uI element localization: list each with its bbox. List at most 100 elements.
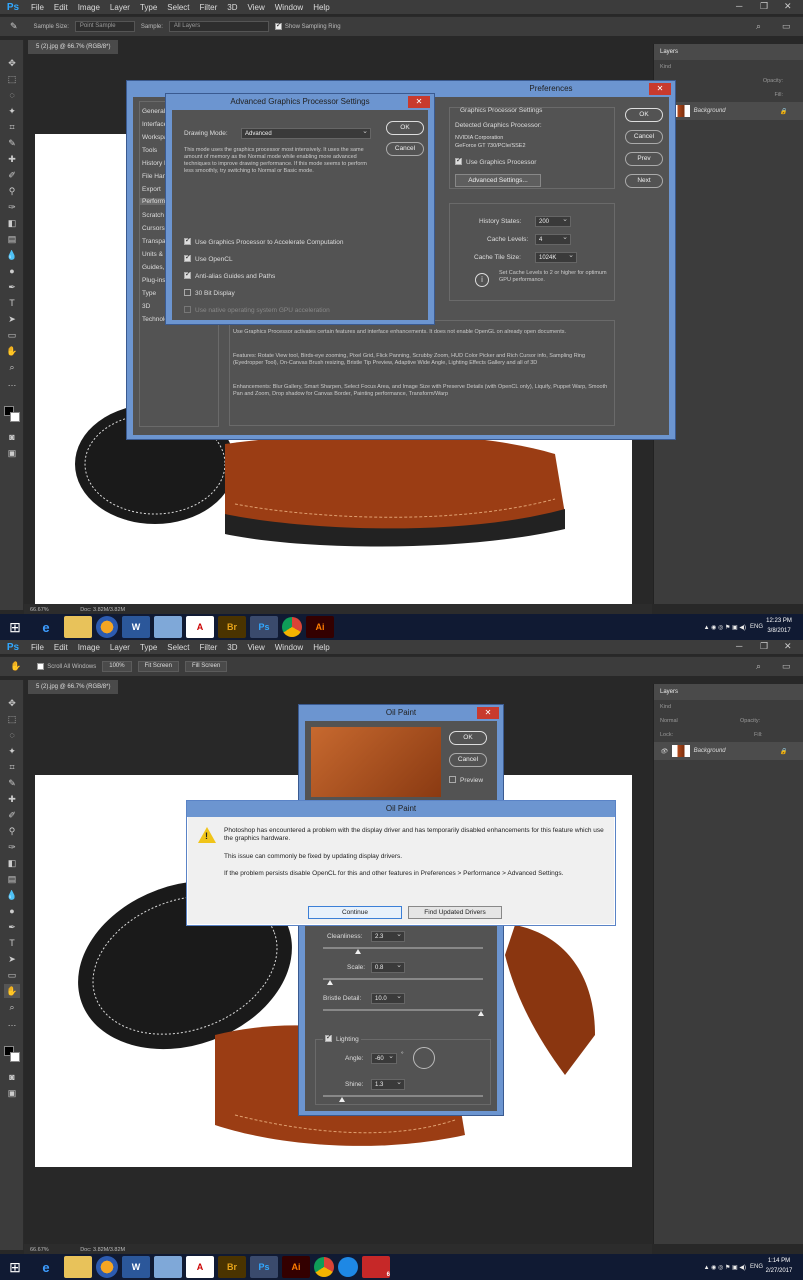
menu-window-2[interactable]: Window (270, 643, 308, 652)
pref-general[interactable]: General (142, 108, 165, 115)
quick-mask-icon[interactable]: ◙ (4, 430, 20, 444)
menu-edit-2[interactable]: Edit (49, 643, 73, 652)
document-tab-2[interactable]: 5 (2).jpg @ 66.7% (RGB/8*) (28, 680, 119, 694)
continue-button[interactable]: Continue (308, 906, 402, 919)
minimize-icon-2[interactable]: ─ (736, 641, 742, 651)
fill-screen-button[interactable]: Fill Screen (184, 661, 228, 672)
ie-icon-2[interactable]: e (32, 1256, 60, 1278)
zoom-tool-icon-2[interactable]: ⌕ (4, 1000, 20, 1014)
angle-dial[interactable] (413, 1047, 435, 1069)
history-states-select[interactable]: 200 (535, 216, 571, 227)
history-brush-icon-2[interactable]: ✑ (4, 840, 20, 854)
advanced-settings-button[interactable]: Advanced Settings... (455, 174, 541, 187)
pref-tools[interactable]: Tools (142, 147, 157, 154)
path-select-icon[interactable]: ➤ (4, 312, 20, 326)
document-tab[interactable]: 5 (2).jpg @ 66.7% (RGB/8*) (28, 40, 119, 54)
pref-plugins[interactable]: Plug-ins (142, 277, 165, 284)
brush-tool-icon[interactable]: ✐ (4, 168, 20, 182)
gradient-tool-icon[interactable]: ▤ (4, 232, 20, 246)
pref-export[interactable]: Export (142, 186, 161, 193)
menu-help[interactable]: Help (308, 3, 334, 12)
hand-tool-icon-2[interactable]: ✋ (4, 984, 20, 998)
minimize-icon[interactable]: ─ (736, 1, 742, 11)
pref-type[interactable]: Type (142, 290, 156, 297)
app-circle-icon[interactable] (338, 1257, 358, 1277)
stamp-tool-icon-2[interactable]: ⚲ (4, 824, 20, 838)
oil-paint-close-button[interactable]: ✕ (477, 707, 499, 719)
more-tools-icon[interactable]: … (4, 376, 20, 390)
word-icon[interactable]: W (122, 616, 150, 638)
accelerate-computation-checkbox[interactable]: Use Graphics Processor to Accelerate Com… (184, 236, 343, 246)
acrobat-icon[interactable]: A (186, 616, 214, 638)
menu-filter[interactable]: Filter (195, 3, 223, 12)
menu-filter-2[interactable]: Filter (195, 643, 223, 652)
cleanliness-slider[interactable] (323, 947, 483, 949)
screen-mode-icon[interactable]: ▣ (4, 446, 20, 460)
move-tool-icon[interactable]: ✥ (4, 56, 20, 70)
acrobat-icon-2[interactable]: A (186, 1256, 214, 1278)
cleanliness-thumb[interactable] (355, 949, 361, 954)
notification-app-icon[interactable]: 6 (362, 1256, 390, 1278)
zoom-tool-icon[interactable]: ⌕ (4, 360, 20, 374)
menu-edit[interactable]: Edit (49, 3, 73, 12)
drawing-mode-select[interactable]: Advanced (241, 128, 371, 139)
menu-image[interactable]: Image (73, 3, 105, 12)
background-color-swatch[interactable] (10, 412, 20, 422)
layers-tab-2[interactable]: Layers (654, 684, 803, 700)
pref-cancel-button[interactable]: Cancel (625, 130, 663, 144)
agp-ok-button[interactable]: OK (386, 121, 424, 135)
menu-file-2[interactable]: File (26, 643, 49, 652)
history-brush-icon[interactable]: ✑ (4, 200, 20, 214)
layers-tab[interactable]: Layers (654, 44, 803, 60)
notepad-icon-2[interactable] (154, 1256, 182, 1278)
menu-view-2[interactable]: View (243, 643, 270, 652)
menu-3d[interactable]: 3D (222, 3, 242, 12)
menu-type[interactable]: Type (135, 3, 162, 12)
menu-select[interactable]: Select (162, 3, 194, 12)
tray-icons[interactable]: ▲ ◉ ◎ ⚑ ▣ ◀) (704, 624, 746, 631)
menu-layer-2[interactable]: Layer (105, 643, 135, 652)
pref-prev-button[interactable]: Prev (625, 152, 663, 166)
layer-background-2[interactable]: 👁 Background 🔒 (654, 742, 803, 760)
lighting-checkbox[interactable]: Lighting (323, 1033, 361, 1043)
windows-start-icon[interactable]: ⊞ (0, 614, 30, 640)
scroll-all-checkbox[interactable]: Scroll All Windows (37, 662, 96, 670)
background-color-swatch-2[interactable] (10, 1052, 20, 1062)
type-tool-icon[interactable]: T (4, 296, 20, 310)
bridge-icon-2[interactable]: Br (218, 1256, 246, 1278)
pref-interface[interactable]: Interface (142, 121, 167, 128)
zoom-level[interactable]: 66.67% (30, 607, 49, 613)
dodge-tool-icon[interactable]: ● (4, 264, 20, 278)
path-select-icon-2[interactable]: ➤ (4, 952, 20, 966)
workspace-icon[interactable]: ▭ (782, 21, 791, 32)
scale-slider[interactable] (323, 978, 483, 980)
quick-select-icon-2[interactable]: ✦ (4, 744, 20, 758)
notepad-icon[interactable] (154, 616, 182, 638)
workspace-icon-2[interactable]: ▭ (782, 661, 791, 672)
pref-ok-button[interactable]: OK (625, 108, 663, 122)
zoom-level-2[interactable]: 66.67% (30, 1247, 49, 1253)
more-tools-icon-2[interactable]: … (4, 1016, 20, 1030)
illustrator-icon[interactable]: Ai (306, 616, 334, 638)
cache-levels-select[interactable]: 4 (535, 234, 571, 245)
pen-tool-icon-2[interactable]: ✒ (4, 920, 20, 934)
illustrator-icon-2[interactable]: Ai (282, 1256, 310, 1278)
move-tool-icon-2[interactable]: ✥ (4, 696, 20, 710)
restore-icon[interactable]: ❐ (760, 1, 768, 12)
use-opencl-checkbox[interactable]: Use OpenCL (184, 253, 233, 263)
bridge-icon[interactable]: Br (218, 616, 246, 638)
menu-type-2[interactable]: Type (135, 643, 162, 652)
photoshop-taskbar-icon[interactable]: Ps (250, 616, 278, 638)
shine-thumb[interactable] (339, 1097, 345, 1102)
healing-tool-icon[interactable]: ✚ (4, 152, 20, 166)
pen-tool-icon[interactable]: ✒ (4, 280, 20, 294)
bristle-slider[interactable] (323, 1009, 483, 1011)
anti-alias-checkbox[interactable]: Anti-alias Guides and Paths (184, 270, 275, 280)
preferences-close-button[interactable]: ✕ (649, 83, 671, 95)
clock-2[interactable]: 1:14 PM 2/27/2017 (759, 1256, 799, 1276)
sampling-ring-checkbox[interactable]: Show Sampling Ring (274, 22, 341, 30)
clock[interactable]: 12:23 PM 3/8/2017 (759, 616, 799, 636)
tray-icons-2[interactable]: ▲ ◉ ◎ ⚑ ▣ ◀) (704, 1264, 746, 1271)
eye-icon-2[interactable]: 👁 (660, 748, 668, 755)
layer-filter[interactable]: Kind (654, 60, 803, 74)
